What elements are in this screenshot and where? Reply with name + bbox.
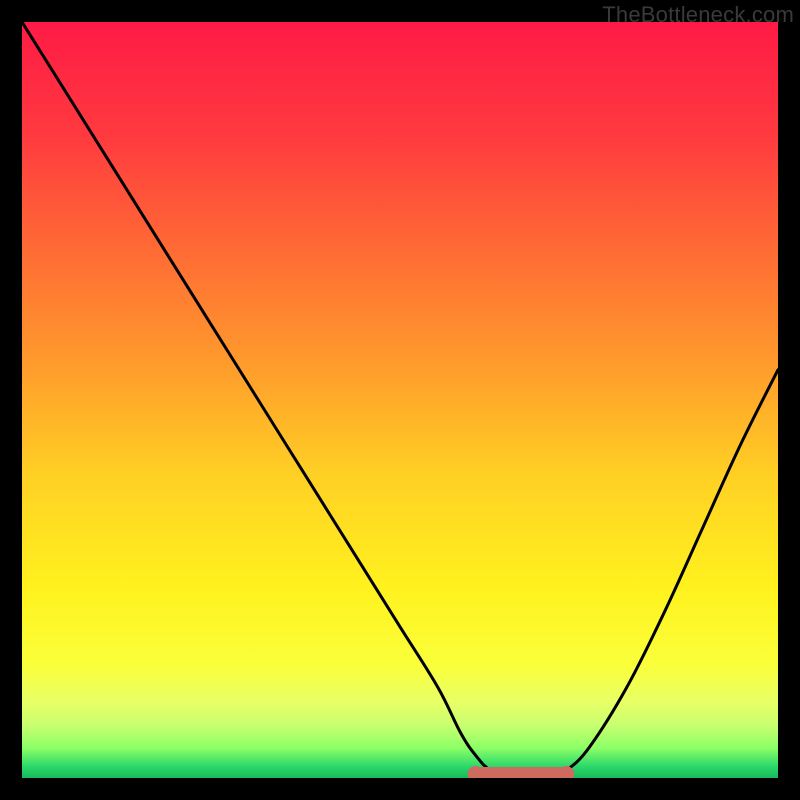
- plot-frame: [22, 22, 778, 778]
- gradient-background: [22, 22, 778, 778]
- minimum-highlight: [468, 766, 575, 778]
- bottleneck-curve-chart: [22, 22, 778, 778]
